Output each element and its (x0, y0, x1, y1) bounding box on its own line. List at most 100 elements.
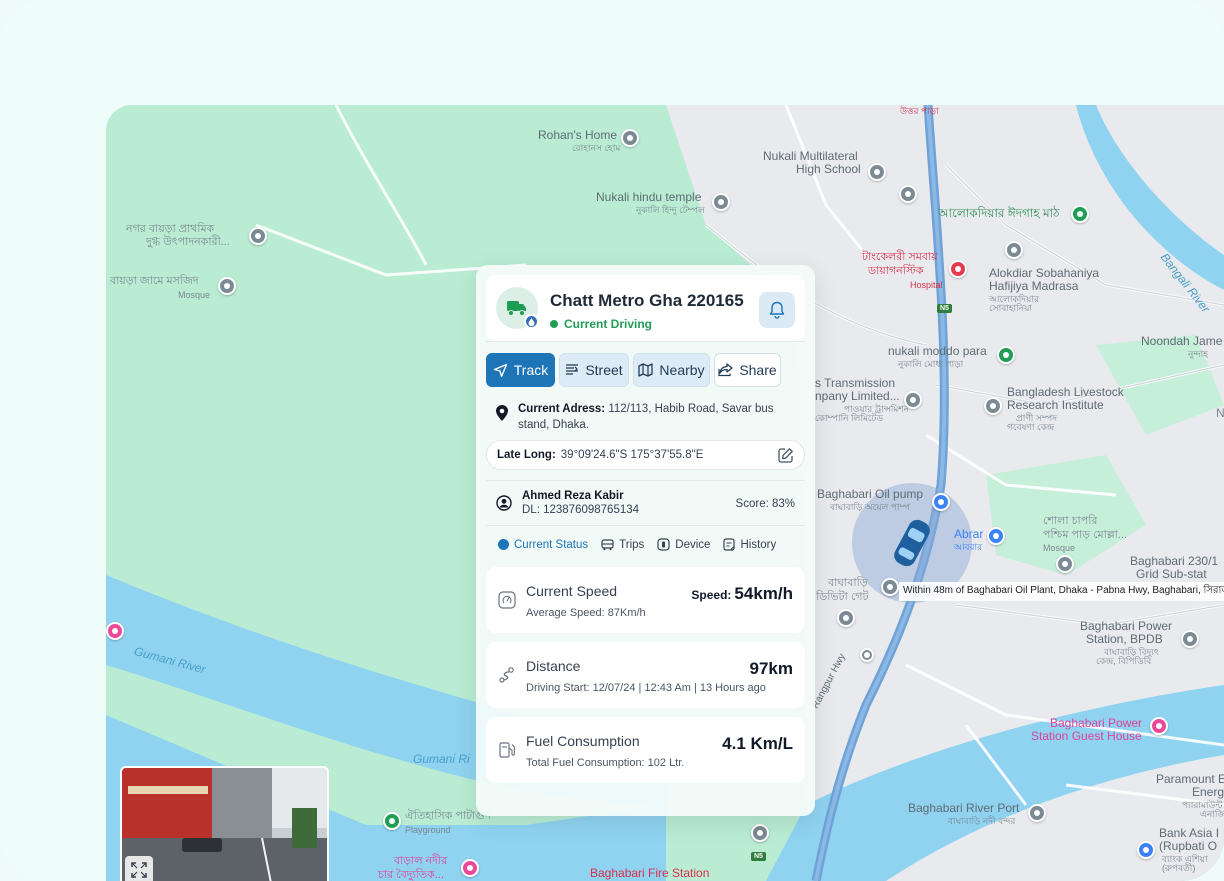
fuel-metric: Fuel Consumption Total Fuel Consumption:… (486, 717, 805, 783)
expand-street-view-button[interactable] (125, 856, 153, 881)
map-label: Abrar (954, 527, 984, 541)
map-label: Gumani Ri (413, 752, 470, 766)
map-label: গবেষণা কেন্দ্র (1007, 422, 1055, 432)
school-pin-icon[interactable] (249, 227, 267, 245)
share-icon (718, 363, 733, 377)
tab-track[interactable]: Track (486, 353, 555, 387)
map-label: এনার্জি (1200, 809, 1224, 819)
fuel-icon (499, 742, 515, 758)
user-icon (496, 495, 512, 511)
mosque-pin-icon[interactable] (218, 277, 236, 295)
vehicle-name: Chatt Metro Gha 220165 (550, 291, 744, 310)
fuel-value: 4.1 Km/L (722, 734, 793, 753)
map-label: বাড়াল নদীর (394, 855, 448, 867)
vehicle-header: Chatt Metro Gha 220165 Current Driving (486, 275, 805, 341)
map-label: npany Limited... (815, 389, 900, 403)
vehicle-avatar (496, 287, 539, 329)
expand-icon (131, 862, 147, 878)
school-pin-icon[interactable] (868, 163, 886, 181)
place-pin-icon[interactable] (837, 609, 855, 627)
map-label: Playground (405, 825, 451, 835)
map-label: Mosque (1043, 543, 1076, 553)
hotel-pin-icon[interactable] (106, 622, 124, 640)
map-label: Grid Sub-stat (1136, 567, 1207, 581)
tab-current-status[interactable]: Current Status (498, 539, 588, 551)
map-label: টাংকেলরী সমবায় (862, 251, 938, 263)
shop-pin-icon[interactable] (987, 527, 1005, 545)
vehicle-location-readout: Within 48m of Baghabari Oil Plant, Dhaka… (899, 582, 1224, 601)
mosque-pin-icon[interactable] (1056, 555, 1074, 573)
navigation-arrow-icon (493, 363, 507, 377)
place-pin-icon[interactable] (860, 648, 874, 662)
map-label: Energ (1192, 785, 1224, 799)
speed-number: 54km/h (734, 584, 793, 603)
place-pin-icon[interactable] (899, 185, 917, 203)
average-speed: Average Speed: 87Km/h (526, 607, 646, 619)
company-pin-icon[interactable] (904, 391, 922, 409)
action-tabs: Track Street Nearby Share (486, 353, 805, 387)
hospital-pin-icon[interactable] (949, 260, 967, 278)
map-label: উত্তর পাড়া (900, 106, 939, 116)
tab-trips-label: Trips (619, 538, 645, 551)
port-pin-icon[interactable] (1028, 804, 1046, 822)
notification-button[interactable] (759, 292, 795, 328)
tab-nearby-label: Nearby (659, 362, 705, 378)
speedometer-icon (498, 591, 516, 609)
tab-device[interactable]: Device (657, 538, 710, 551)
tab-trips[interactable]: Trips (601, 539, 644, 551)
tab-history[interactable]: History (723, 538, 776, 551)
status-tabs: Current Status Trips Device History (486, 538, 805, 551)
map-label: দুগ্ধ উৎপাদনকারী... (146, 236, 230, 248)
fuel-pin-icon[interactable] (932, 493, 950, 511)
park-pin-icon[interactable] (1071, 205, 1089, 223)
map-label: আলোকদিয়ার ঈদগাহ মাঠ (938, 206, 1060, 220)
tab-nearby[interactable]: Nearby (633, 353, 710, 387)
map-label: নুকালি হিন্দু টেম্পল (636, 205, 705, 215)
street-view-image (122, 768, 327, 881)
map-label: পশ্চিম পাড় মোল্লা... (1043, 529, 1128, 541)
power-pin-icon[interactable] (1181, 630, 1199, 648)
map-label: Research Institute (1007, 398, 1104, 412)
address-label: Current Adress: (518, 403, 606, 415)
location-pin-icon (496, 405, 508, 421)
driver-license: DL: 123876098765134 (522, 504, 640, 516)
map-label: বাঘাবাড়ি অয়েল পাম্প (830, 502, 910, 512)
tab-track-label: Track (513, 362, 549, 378)
map-label: শোলা চাপরি (1043, 515, 1098, 527)
map-label: Hafijiya Madrasa (989, 279, 1079, 293)
status-dot-icon (550, 320, 558, 328)
place-pin-icon[interactable] (461, 859, 479, 877)
road-shield: N5 (751, 852, 766, 861)
current-address: Current Adress: 112/113, Habib Road, Sav… (486, 401, 805, 433)
map-label: সোবাহানিয়া (989, 303, 1033, 313)
copy-coordinates-button[interactable] (777, 447, 794, 467)
institute-pin-icon[interactable] (984, 397, 1002, 415)
home-pin-icon[interactable] (621, 129, 639, 147)
map-label: Mosque (178, 290, 211, 300)
vehicle-info-card: Chatt Metro Gha 220165 Current Driving T… (476, 265, 815, 816)
place-pin-icon[interactable] (751, 824, 769, 842)
gate-pin-icon[interactable] (881, 578, 899, 596)
lat-long-value: 39°09'24.6"S 175°37'55.8"E (560, 449, 704, 461)
madrasa-pin-icon[interactable] (1005, 241, 1023, 259)
drop-icon (524, 314, 539, 329)
total-fuel: Total Fuel Consumption: 102 Ltr. (526, 757, 685, 769)
divider (486, 341, 805, 342)
tab-street[interactable]: Street (559, 353, 629, 387)
bank-pin-icon[interactable] (1137, 841, 1155, 859)
park-pin-icon[interactable] (997, 346, 1015, 364)
lat-long-field: Late Long: 39°09'24.6"S 175°37'55.8"E (486, 440, 805, 470)
road-shield: N5 (937, 304, 952, 313)
tab-share[interactable]: Share (714, 353, 781, 387)
playground-pin-icon[interactable] (383, 812, 401, 830)
map-label: বাঘাবাড়ি (828, 577, 868, 589)
tab-share-label: Share (739, 362, 777, 378)
map-label: Baghabari Fire Station (590, 866, 710, 880)
driver-name: Ahmed Reza Kabir (522, 490, 624, 502)
driving-start: Driving Start: 12/07/24 | 12:43 Am | 13 … (526, 682, 766, 694)
bell-icon (769, 301, 785, 319)
edit-icon (778, 448, 793, 463)
hotel-pin-icon[interactable] (1150, 717, 1168, 735)
map-label: বায়ড়া জামে মসজিদ (110, 275, 199, 287)
temple-pin-icon[interactable] (712, 193, 730, 211)
